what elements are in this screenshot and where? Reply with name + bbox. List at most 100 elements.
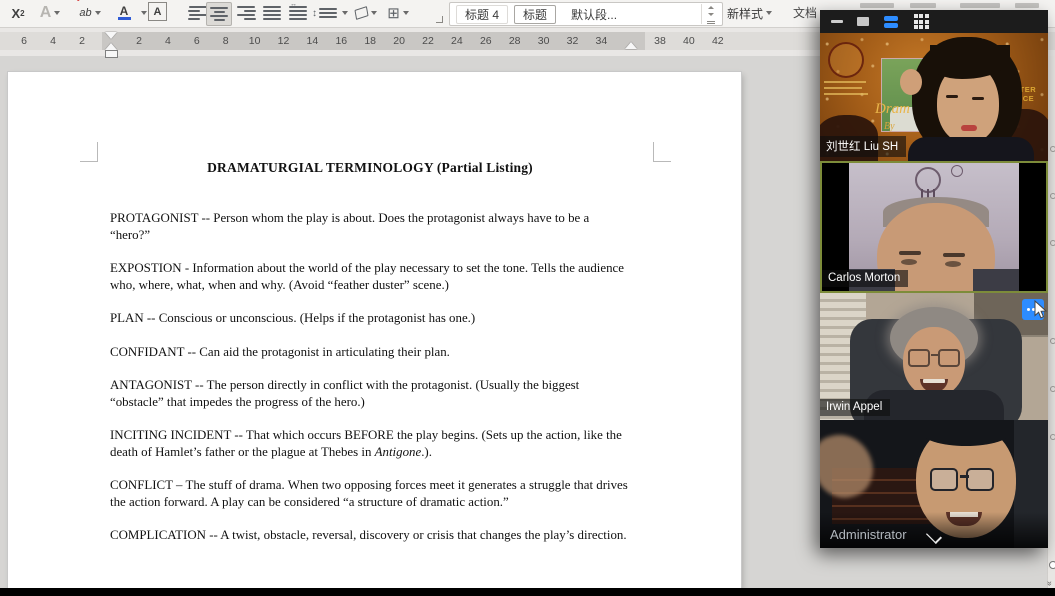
ruler-number: 12 (278, 35, 290, 47)
align-right-icon[interactable] (236, 2, 256, 24)
document-paragraph: COMPLICATION -- A twist, obstacle, rever… (110, 527, 630, 544)
partial-sidebar-icon (1050, 146, 1055, 152)
collapse-panel-chevron-icon[interactable] (925, 528, 943, 540)
next-page-icon[interactable]: » (1045, 581, 1055, 585)
dreamcatcher (915, 167, 941, 193)
document-paragraph: PROTAGONIST -- Person whom the play is a… (110, 210, 630, 243)
gallery-view-icon[interactable] (910, 10, 932, 33)
style-gallery: 标题 4 标题 默认段... (449, 2, 723, 26)
partial-sidebar-icon (1050, 386, 1055, 392)
ruler-number: 4 (165, 35, 171, 47)
ruler-number: 32 (567, 35, 579, 47)
round-logo (828, 42, 864, 78)
clipped-text-smudge (910, 3, 936, 8)
minimize-icon[interactable] (826, 10, 848, 33)
ruler-number: 6 (21, 35, 27, 47)
align-left-icon[interactable] (188, 2, 208, 24)
ruler-number: 16 (335, 35, 347, 47)
clipped-text-smudge (860, 3, 894, 8)
font-color-dropdown[interactable] (136, 2, 148, 24)
document-paragraph: PLAN -- Conscious or unconscious. (Helps… (110, 310, 630, 327)
document-paragraph: CONFLICT – The stuff of drama. When two … (110, 477, 630, 510)
borders-icon[interactable]: ⊞ (384, 2, 412, 24)
align-center-icon[interactable] (206, 2, 232, 26)
restore-window-icon[interactable] (852, 10, 874, 33)
crop-mark (80, 161, 97, 162)
subscript-icon[interactable]: X2 (6, 2, 30, 24)
page-content: DRAMATURGIAL TERMINOLOGY (Partial Listin… (110, 72, 630, 561)
subscript-2: 2 (20, 9, 24, 18)
participant-name: 刘世红 Liu SH (820, 136, 906, 157)
document-paragraph: CONFIDANT -- Can aid the protagonist in … (110, 344, 630, 361)
participant-tiles: THEATER / DANCE Dram By 刘世红 Liu SH (820, 33, 1048, 548)
video-conference-window: THEATER / DANCE Dram By 刘世红 Liu SH (820, 10, 1048, 548)
clipped-text-smudge (960, 3, 1000, 8)
partial-sidebar-icon (1050, 434, 1055, 440)
shading-bucket-icon[interactable] (352, 2, 380, 24)
partial-sidebar-icon (1050, 240, 1055, 246)
document-page[interactable]: DRAMATURGIAL TERMINOLOGY (Partial Listin… (8, 72, 741, 588)
ruler-number: 10 (249, 35, 261, 47)
glasses (908, 349, 930, 367)
new-style-button[interactable]: 新样式 (727, 2, 772, 24)
right-sidebar-strip: » (1047, 56, 1055, 588)
participant-name: Irwin Appel (820, 399, 890, 416)
ruler-number: 22 (422, 35, 434, 47)
mouse-cursor-icon (1034, 300, 1048, 319)
participant-tile-administrator[interactable]: Administrator (820, 420, 1048, 548)
ruler-number: 18 (364, 35, 376, 47)
ruler-number: 4 (50, 35, 56, 47)
distribute-icon[interactable]: ↔ (288, 2, 308, 24)
justify-icon[interactable] (262, 2, 282, 24)
background-by-text: By (884, 121, 895, 132)
style-heading4[interactable]: 标题 4 (456, 5, 508, 24)
ruler-number: 28 (509, 35, 521, 47)
character-border-icon[interactable]: A (148, 2, 167, 21)
pinyin-guide-icon[interactable]: ˇ ab (74, 2, 106, 24)
ruler-number: 6 (194, 35, 200, 47)
participant-name: Administrator (830, 527, 907, 542)
participant-tile-liu[interactable]: THEATER / DANCE Dram By 刘世红 Liu SH (820, 33, 1048, 161)
style-gallery-scroll[interactable] (701, 4, 720, 24)
ruler-number: 34 (596, 35, 608, 47)
ruler-number: 2 (79, 35, 85, 47)
font-color-icon[interactable]: A (114, 2, 134, 24)
dropdown-caret-icon (54, 11, 60, 15)
participant-tile-irwin[interactable]: Irwin Appel (820, 293, 1048, 421)
hanging-indent-marker[interactable] (105, 43, 117, 50)
bottom-black-strip (0, 588, 1055, 596)
document-title: DRAMATURGIAL TERMINOLOGY (Partial Listin… (110, 160, 630, 176)
participant-tile-carlos[interactable]: Carlos Morton (820, 161, 1048, 293)
glasses (930, 468, 958, 491)
crop-mark (653, 142, 654, 162)
first-line-indent-marker[interactable] (105, 32, 117, 39)
style-title[interactable]: 标题 (514, 5, 556, 24)
left-indent-box[interactable] (105, 50, 118, 58)
style-default-paragraph[interactable]: 默认段... (562, 5, 626, 24)
ruler-number: 40 (683, 35, 695, 47)
ruler-number: 26 (480, 35, 492, 47)
font-color-bar (118, 17, 131, 20)
crop-mark (654, 161, 671, 162)
right-indent-marker[interactable] (625, 42, 637, 49)
paragraphs: PROTAGONIST -- Person whom the play is a… (110, 210, 630, 544)
browse-object-icon[interactable] (1049, 561, 1055, 569)
ruler-number: 14 (307, 35, 319, 47)
subscript-x: X (11, 6, 20, 21)
dialog-launcher-icon[interactable] (436, 16, 443, 23)
partial-sidebar-icon (1050, 338, 1055, 344)
ruler-number: 20 (393, 35, 405, 47)
clipped-toolbar-label: 文档 (793, 4, 823, 21)
ruler-number: 24 (451, 35, 463, 47)
ruler-number: 2 (136, 35, 142, 47)
document-paragraph: ANTAGONIST -- The person directly in con… (110, 377, 630, 410)
participant-name: Carlos Morton (822, 270, 908, 287)
document-paragraph: INCITING INCIDENT -- That which occurs B… (110, 427, 630, 460)
video-window-titlebar[interactable] (820, 10, 1048, 33)
line-spacing-icon[interactable]: ↕ (312, 2, 348, 24)
ruler-number: 38 (654, 35, 666, 47)
partial-sidebar-icon (1050, 193, 1055, 199)
document-paragraph: EXPOSTION - Information about the world … (110, 260, 630, 293)
speaker-view-icon[interactable] (880, 10, 902, 33)
character-style-icon[interactable]: A (34, 2, 66, 24)
